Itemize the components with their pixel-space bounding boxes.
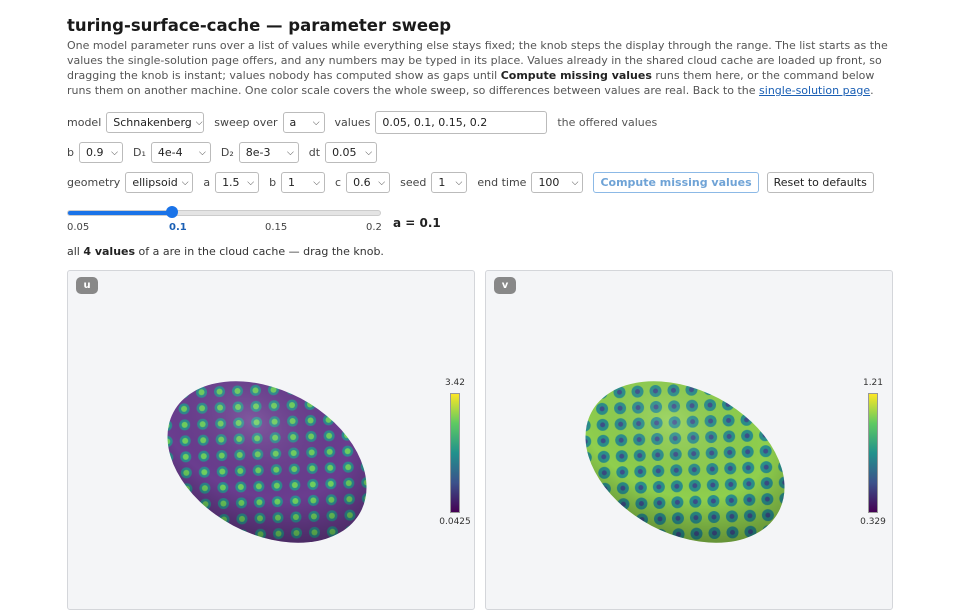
status-post: of a are in the cloud cache — drag the k… xyxy=(135,245,384,258)
chevron-down-icon: ⌵ xyxy=(365,147,373,158)
status-count: 4 values xyxy=(83,245,136,258)
chevron-down-icon: ⌵ xyxy=(313,177,321,188)
chevron-down-icon: ⌵ xyxy=(195,117,203,128)
row-model: model Schnakenberg ⌵ sweep over a ⌵ values… xyxy=(67,111,662,134)
dt-select[interactable]: 0.05 ⌵ xyxy=(325,142,378,163)
chevron-down-icon: ⌵ xyxy=(455,177,463,188)
colorbar-u xyxy=(450,393,460,513)
slider-tick-3: 0.2 xyxy=(366,222,382,233)
panel-u: u 3.42 0.0425 xyxy=(67,270,475,610)
axis-c-label: c xyxy=(335,176,342,189)
axis-b-value: 1 xyxy=(288,176,296,189)
colorbar-v xyxy=(868,393,878,513)
d2-label: D₂ xyxy=(220,146,234,159)
values-label: values xyxy=(334,116,371,129)
slider-tick-2: 0.15 xyxy=(265,222,288,233)
ellipsoid-v xyxy=(585,381,785,543)
slider-tick-1: 0.1 xyxy=(169,222,187,233)
dt-label: dt xyxy=(308,146,321,159)
reset-defaults-button[interactable]: Reset to defaults xyxy=(766,172,874,193)
d2-value: 8e-3 xyxy=(245,146,271,159)
offered-values-link[interactable]: the offered values xyxy=(557,116,657,129)
sweep-select[interactable]: a ⌵ xyxy=(282,112,325,133)
colorbar-v-min: 0.329 xyxy=(860,517,886,527)
axis-a-value: 1.5 xyxy=(222,176,240,189)
page-description: One model parameter runs over a list of … xyxy=(67,38,893,98)
model-label: model xyxy=(67,116,102,129)
surface-v-plot[interactable] xyxy=(486,271,893,610)
geometry-label: geometry xyxy=(67,176,121,189)
row-geometry: geometry ellipsoid ⌵ a 1.5 ⌵ b 1 ⌵ c 0.6 ⌵ s… xyxy=(67,172,874,193)
axis-c-select[interactable]: 0.6 ⌵ xyxy=(346,172,391,193)
geometry-value: ellipsoid xyxy=(132,176,178,189)
end-time-select[interactable]: 100 ⌵ xyxy=(531,172,584,193)
sweep-slider-track[interactable] xyxy=(67,210,381,216)
desc-text-end: . xyxy=(870,84,874,97)
axis-b-label: b xyxy=(269,176,277,189)
sweep-slider-knob[interactable] xyxy=(166,206,178,218)
seed-label: seed xyxy=(400,176,427,189)
chevron-down-icon: ⌵ xyxy=(181,177,189,188)
geometry-select[interactable]: ellipsoid ⌵ xyxy=(125,172,194,193)
seed-value: 1 xyxy=(438,176,446,189)
model-select[interactable]: Schnakenberg ⌵ xyxy=(106,112,205,133)
compute-missing-button[interactable]: Compute missing values xyxy=(593,172,759,193)
cache-status: all 4 values of a are in the cloud cache… xyxy=(67,245,384,258)
d1-label: D₁ xyxy=(132,146,146,159)
ellipsoid-u xyxy=(167,381,367,543)
slider-tick-0: 0.05 xyxy=(67,222,90,233)
colorbar-v-max: 1.21 xyxy=(862,378,884,388)
surface-u-plot[interactable] xyxy=(68,271,475,610)
page-title: turing-surface-cache — parameter sweep xyxy=(67,16,452,35)
axis-a-select[interactable]: 1.5 ⌵ xyxy=(215,172,260,193)
b-param-select[interactable]: 0.9 ⌵ xyxy=(78,142,123,163)
panel-v: v 1.21 0.329 xyxy=(485,270,893,610)
sweep-select-value: a xyxy=(289,116,297,129)
sweep-slider-fill xyxy=(68,211,173,215)
b-param-label: b xyxy=(67,146,74,159)
single-solution-link[interactable]: single-solution page xyxy=(759,84,870,97)
values-input[interactable]: 0.05, 0.1, 0.15, 0.2 xyxy=(375,111,548,134)
colorbar-u-max: 3.42 xyxy=(444,378,466,388)
seed-select[interactable]: 1 ⌵ xyxy=(431,172,468,193)
axis-c-value: 0.6 xyxy=(353,176,371,189)
model-select-value: Schnakenberg xyxy=(113,116,192,129)
axis-b-select[interactable]: 1 ⌵ xyxy=(281,172,326,193)
chevron-down-icon: ⌵ xyxy=(378,177,386,188)
chevron-down-icon: ⌵ xyxy=(199,147,206,158)
dt-value: 0.05 xyxy=(332,146,357,159)
desc-bold: Compute missing values xyxy=(500,69,652,82)
colorbar-u-min: 0.0425 xyxy=(439,517,471,527)
row-params: b 0.9 ⌵ D₁ 4e-4 ⌵ D₂ 8e-3 ⌵ dt 0.05 ⌵ xyxy=(67,142,387,163)
chevron-down-icon: ⌵ xyxy=(111,147,118,158)
d1-value: 4e-4 xyxy=(157,146,183,159)
chevron-down-icon: ⌵ xyxy=(286,147,294,158)
chevron-down-icon: ⌵ xyxy=(312,117,320,128)
d2-select[interactable]: 8e-3 ⌵ xyxy=(238,142,299,163)
chevron-down-icon: ⌵ xyxy=(571,177,579,188)
b-param-value: 0.9 xyxy=(85,146,104,159)
end-time-label: end time xyxy=(477,176,527,189)
axis-a-label: a xyxy=(203,176,211,189)
sweep-readout: a = 0.1 xyxy=(393,216,441,230)
status-pre: all xyxy=(67,245,84,258)
sweep-label: sweep over xyxy=(214,116,278,129)
chevron-down-icon: ⌵ xyxy=(247,177,255,188)
end-time-value: 100 xyxy=(538,176,560,189)
d1-select[interactable]: 4e-4 ⌵ xyxy=(150,142,211,163)
